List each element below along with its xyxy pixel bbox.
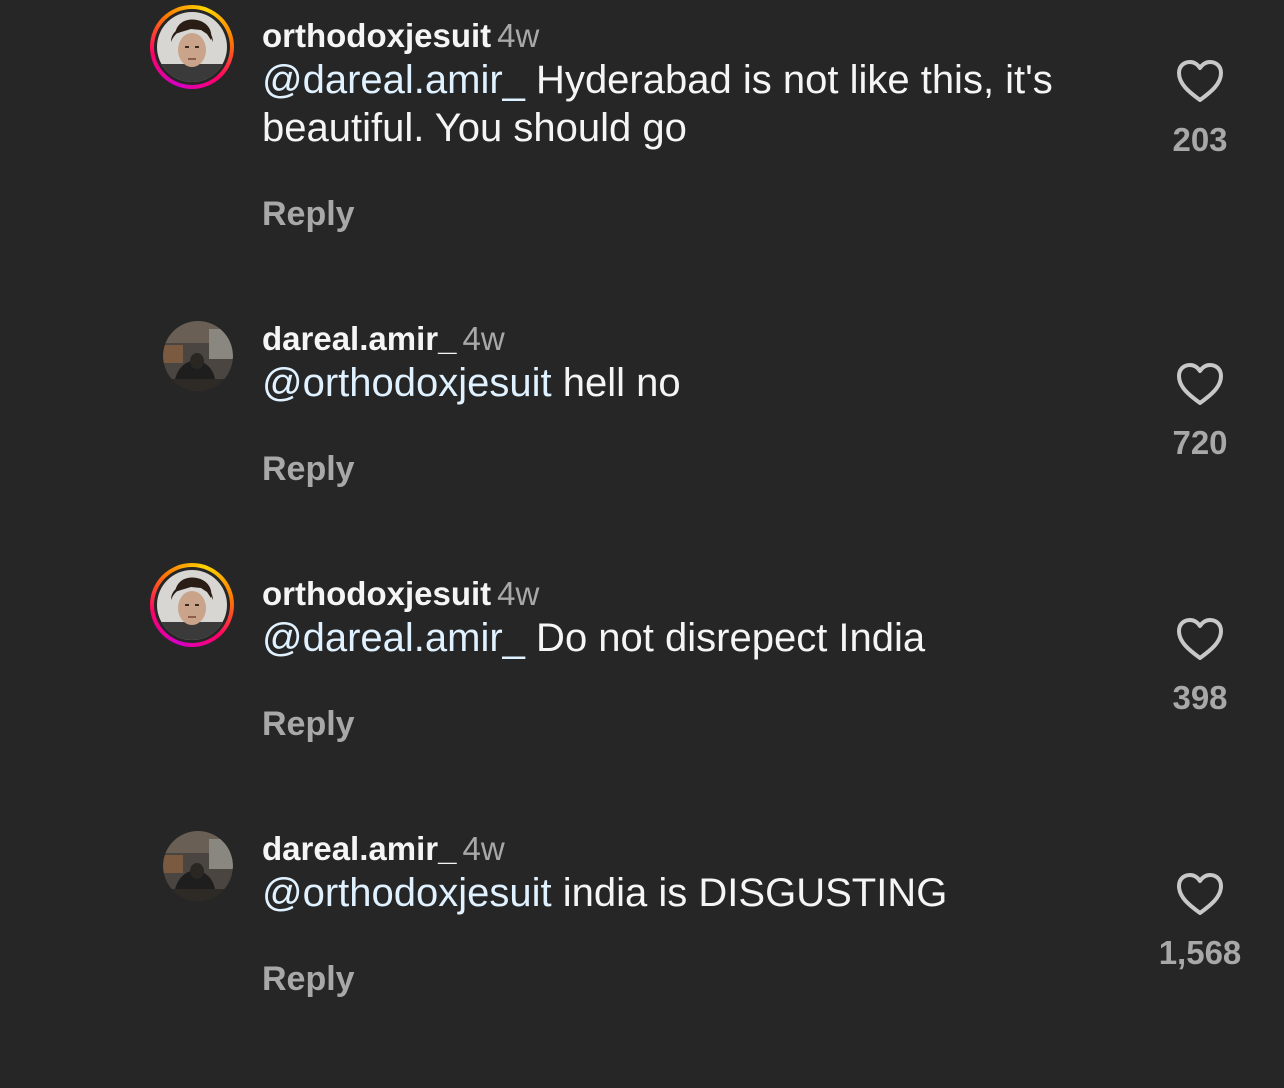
avatar	[154, 567, 230, 643]
comment-timestamp: 4w	[497, 575, 540, 612]
comment-text: @dareal.amir_ Hyderabad is not like this…	[262, 56, 1122, 152]
comment-item: orthodoxjesuit 4w @dareal.amir_ Do not di…	[0, 563, 1284, 816]
comment-text: @orthodoxjesuit hell no	[262, 359, 1122, 407]
comment-body-text: hell no	[551, 361, 681, 405]
avatar	[163, 831, 233, 901]
comment-item: dareal.amir_ 4w @orthodoxjesuit india is …	[0, 831, 1284, 1071]
mention-link[interactable]: @dareal.amir_	[262, 58, 525, 102]
reply-button[interactable]: Reply	[262, 959, 355, 999]
comment-username[interactable]: dareal.amir_	[262, 830, 456, 867]
like-count: 720	[1172, 424, 1228, 461]
comment-username[interactable]: dareal.amir_	[262, 320, 456, 357]
mention-link[interactable]: @orthodoxjesuit	[262, 871, 552, 915]
heart-outline-icon[interactable]	[1175, 871, 1225, 917]
comment-timestamp: 4w	[462, 830, 505, 867]
reply-button[interactable]: Reply	[262, 449, 355, 489]
avatar-story-ring[interactable]	[150, 563, 234, 647]
like-control: 203	[1150, 58, 1250, 158]
comment-meta: dareal.amir_ 4w	[262, 831, 505, 867]
like-control: 1,568	[1150, 871, 1250, 971]
like-control: 398	[1150, 616, 1250, 716]
comment-body-text: india is DISGUSTING	[551, 871, 948, 915]
comment-item: dareal.amir_ 4w @orthodoxjesuit hell no R…	[0, 321, 1284, 561]
reply-button[interactable]: Reply	[262, 704, 355, 744]
like-count: 1,568	[1158, 934, 1242, 971]
avatar-story-ring[interactable]	[150, 5, 234, 89]
comment-meta: dareal.amir_ 4w	[262, 321, 505, 357]
comment-timestamp: 4w	[497, 17, 540, 54]
heart-outline-icon[interactable]	[1175, 361, 1225, 407]
like-control: 720	[1150, 361, 1250, 461]
mention-link[interactable]: @dareal.amir_	[262, 616, 525, 660]
avatar-photo-icon	[163, 831, 233, 901]
comment-meta: orthodoxjesuit 4w	[262, 576, 539, 612]
mention-link[interactable]: @orthodoxjesuit	[262, 361, 552, 405]
like-count: 203	[1172, 121, 1228, 158]
reply-button[interactable]: Reply	[262, 194, 355, 234]
avatar-photo-icon	[157, 570, 227, 640]
avatar-container[interactable]	[163, 831, 233, 901]
avatar-photo-icon	[163, 321, 233, 391]
avatar	[154, 9, 230, 85]
comment-meta: orthodoxjesuit 4w	[262, 18, 539, 54]
comment-text: @dareal.amir_ Do not disrepect India	[262, 614, 1122, 662]
heart-outline-icon[interactable]	[1175, 616, 1225, 662]
comment-username[interactable]: orthodoxjesuit	[262, 575, 491, 612]
like-count: 398	[1172, 679, 1228, 716]
comment-thread: orthodoxjesuit 4w @dareal.amir_ Hyderabad…	[0, 0, 1284, 1088]
heart-outline-icon[interactable]	[1175, 58, 1225, 104]
comment-body-text: Do not disrepect India	[524, 616, 926, 660]
comment-timestamp: 4w	[462, 320, 505, 357]
avatar	[163, 321, 233, 391]
comment-username[interactable]: orthodoxjesuit	[262, 17, 491, 54]
avatar-container[interactable]	[163, 321, 233, 391]
avatar-photo-icon	[157, 12, 227, 82]
comment-item: orthodoxjesuit 4w @dareal.amir_ Hyderabad…	[0, 5, 1284, 258]
comment-text: @orthodoxjesuit india is DISGUSTING	[262, 869, 1122, 917]
